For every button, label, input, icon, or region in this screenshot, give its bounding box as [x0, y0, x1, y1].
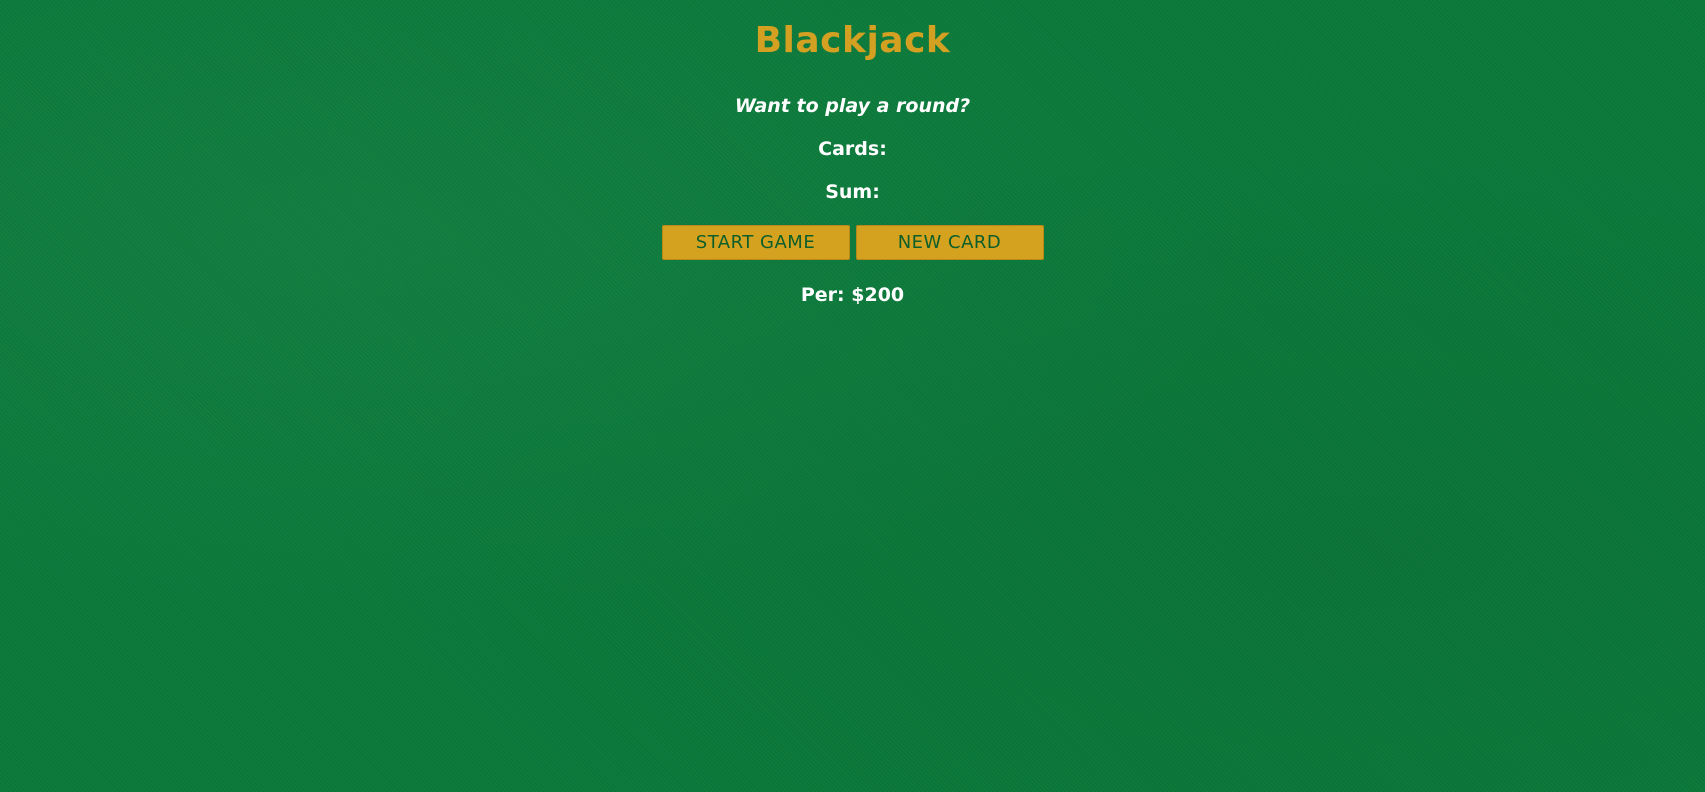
start-game-button[interactable]: START GAME	[661, 225, 850, 260]
button-row: START GAME NEW CARD	[0, 225, 1705, 260]
new-card-button[interactable]: NEW CARD	[855, 225, 1044, 260]
cards-label: Cards:	[818, 138, 887, 160]
message-text: Want to play a round?	[734, 95, 971, 117]
game-table: Blackjack Want to play a round? Cards: S…	[0, 0, 1705, 792]
page-title: Blackjack	[754, 20, 951, 61]
player-info: Per: $200	[800, 284, 905, 306]
sum-label: Sum:	[825, 181, 880, 203]
